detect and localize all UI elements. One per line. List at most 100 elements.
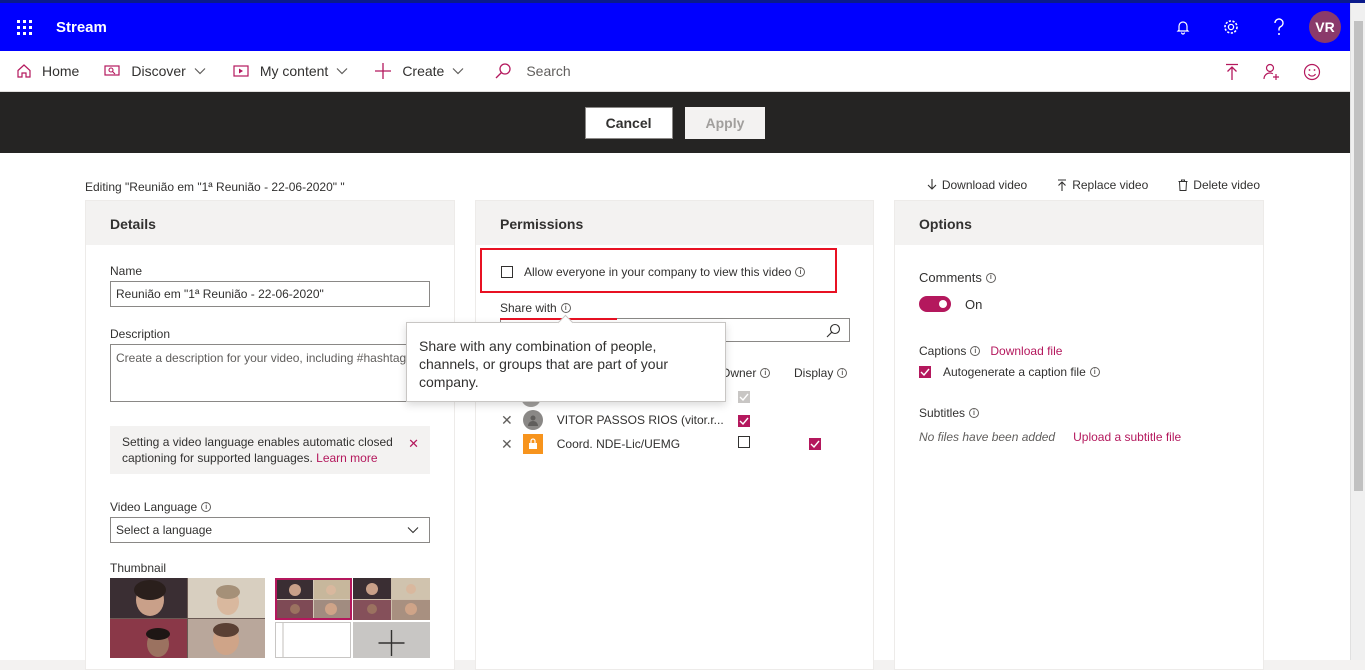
add-thumbnail-button[interactable] (353, 622, 430, 658)
delete-video-button[interactable]: Delete video (1178, 178, 1260, 192)
learn-more-link[interactable]: Learn more (316, 451, 377, 465)
upload-subtitle-link[interactable]: Upload a subtitle file (1073, 430, 1181, 444)
download-video-button[interactable]: Download video (927, 178, 1027, 192)
person-avatar-icon (522, 410, 543, 430)
search-icon (495, 63, 511, 79)
download-caption-link[interactable]: Download file (990, 344, 1062, 358)
checkbox-unchecked[interactable] (738, 436, 750, 448)
info-icon[interactable]: i (837, 368, 848, 378)
share-with-focus-line (500, 318, 617, 320)
autogenerate-checkbox[interactable] (919, 366, 931, 378)
nav-discover-label: Discover (131, 63, 186, 79)
permissions-header: Permissions (476, 201, 873, 245)
replace-video-button[interactable]: Replace video (1057, 178, 1148, 192)
permission-row: ✕ Coord. NDE-Lic/UEMG (501, 434, 680, 454)
owner-checkbox[interactable] (738, 412, 750, 430)
thumbnail-option-selected[interactable] (275, 578, 352, 620)
home-icon (17, 64, 31, 78)
chevron-down-icon (407, 527, 419, 534)
captions-label-row: Captions i Download file (919, 344, 1062, 358)
nav-home-label: Home (42, 63, 80, 79)
discover-icon (104, 65, 120, 76)
comments-label-row: Comments i (919, 270, 996, 285)
thumbnail-preview (110, 578, 265, 658)
bell-icon[interactable] (1159, 3, 1207, 51)
video-language-label: Video Language i (110, 500, 430, 514)
details-panel: Details Name Reunião em "1ª Reunião - 22… (85, 200, 455, 670)
autogenerate-label: Autogenerate a caption file (943, 365, 1086, 379)
allow-everyone-label: Allow everyone in your company to view t… (524, 265, 792, 279)
subtitles-row: No files have been added Upload a subtit… (919, 430, 1181, 444)
details-header: Details (86, 201, 454, 245)
checkbox-disabled (738, 391, 750, 403)
plus-icon (375, 63, 392, 79)
thumbnail-option[interactable] (353, 578, 430, 620)
video-language-label-text: Video Language (110, 500, 198, 514)
suite-bar: Stream VR (0, 3, 1350, 51)
smiley-icon[interactable] (1292, 63, 1332, 81)
nav-home[interactable]: Home (16, 51, 79, 92)
app-title[interactable]: Stream (56, 19, 107, 36)
nav-discover[interactable]: Discover (103, 51, 206, 92)
info-icon[interactable]: i (969, 408, 980, 418)
allow-everyone-row[interactable]: Allow everyone in your company to view t… (501, 265, 806, 279)
checkbox-checked[interactable] (738, 415, 750, 427)
info-icon[interactable]: i (985, 272, 996, 283)
main-nav: Home Discover My content Create Search (0, 51, 1350, 92)
close-icon[interactable]: ✕ (408, 436, 419, 452)
video-language-select[interactable]: Select a language (110, 517, 430, 543)
delete-video-label: Delete video (1193, 178, 1260, 192)
no-files-text: No files have been added (919, 430, 1056, 444)
nav-create[interactable]: Create (374, 51, 464, 92)
trash-icon (1178, 179, 1188, 191)
edit-content: Editing "Reunião em "1ª Reunião - 22-06-… (0, 153, 1350, 670)
info-icon[interactable]: i (760, 368, 771, 378)
plus-icon (378, 630, 405, 656)
name-field[interactable]: Reunião em "1ª Reunião - 22-06-2020" (110, 281, 430, 307)
nav-search[interactable]: Search (494, 51, 571, 92)
waffle-icon[interactable] (0, 3, 48, 51)
scrollbar-thumb[interactable] (1354, 21, 1363, 491)
lock-icon (522, 434, 543, 454)
permissions-panel: Permissions Allow everyone in your compa… (475, 200, 874, 670)
replace-video-label: Replace video (1072, 178, 1149, 192)
gear-icon[interactable] (1207, 3, 1255, 51)
display-column-header: Display i (794, 366, 848, 380)
comments-toggle-row: On (919, 296, 982, 312)
description-field[interactable]: Create a description for your video, inc… (110, 344, 430, 402)
info-icon[interactable]: i (970, 346, 981, 356)
upload-icon[interactable] (1212, 63, 1252, 81)
share-with-tooltip: Share with any combination of people, ch… (406, 322, 726, 402)
remove-icon[interactable]: ✕ (501, 436, 513, 453)
comments-toggle[interactable] (919, 296, 951, 312)
file-actions: Download video Replace video Delete vide… (897, 178, 1260, 192)
remove-icon[interactable]: ✕ (501, 412, 513, 429)
description-label: Description (110, 327, 171, 341)
info-icon[interactable]: i (201, 502, 212, 512)
avatar[interactable]: VR (1309, 11, 1341, 43)
permission-row-name: Coord. NDE-Lic/UEMG (556, 437, 681, 451)
video-language-value: Select a language (116, 523, 213, 537)
info-icon[interactable]: i (1089, 367, 1100, 377)
search-input[interactable]: Search (526, 63, 570, 79)
page-scrollbar[interactable] (1350, 3, 1365, 660)
thumbnail-option-blank[interactable] (275, 622, 351, 658)
cancel-button[interactable]: Cancel (584, 106, 673, 139)
nav-my-content-label: My content (259, 63, 329, 79)
checkbox-checked[interactable] (809, 438, 821, 450)
subtitles-label-row: Subtitles i (919, 406, 980, 420)
owner-column-header: Owner i (721, 366, 771, 380)
help-icon[interactable] (1255, 3, 1303, 51)
allow-everyone-checkbox[interactable] (501, 266, 513, 278)
apply-button[interactable]: Apply (684, 106, 766, 139)
display-checkbox[interactable] (809, 435, 821, 453)
nav-my-content[interactable]: My content (232, 51, 348, 92)
thumbnail-label: Thumbnail (110, 561, 167, 575)
info-icon[interactable]: i (560, 303, 571, 313)
owner-checkbox-hidden-row (738, 388, 750, 406)
owner-checkbox[interactable] (738, 435, 750, 453)
permission-row-name: VITOR PASSOS RIOS (vitor.r... (556, 413, 724, 427)
info-icon[interactable]: i (795, 267, 806, 277)
add-person-icon[interactable] (1252, 63, 1292, 81)
comments-state: On (965, 296, 983, 312)
